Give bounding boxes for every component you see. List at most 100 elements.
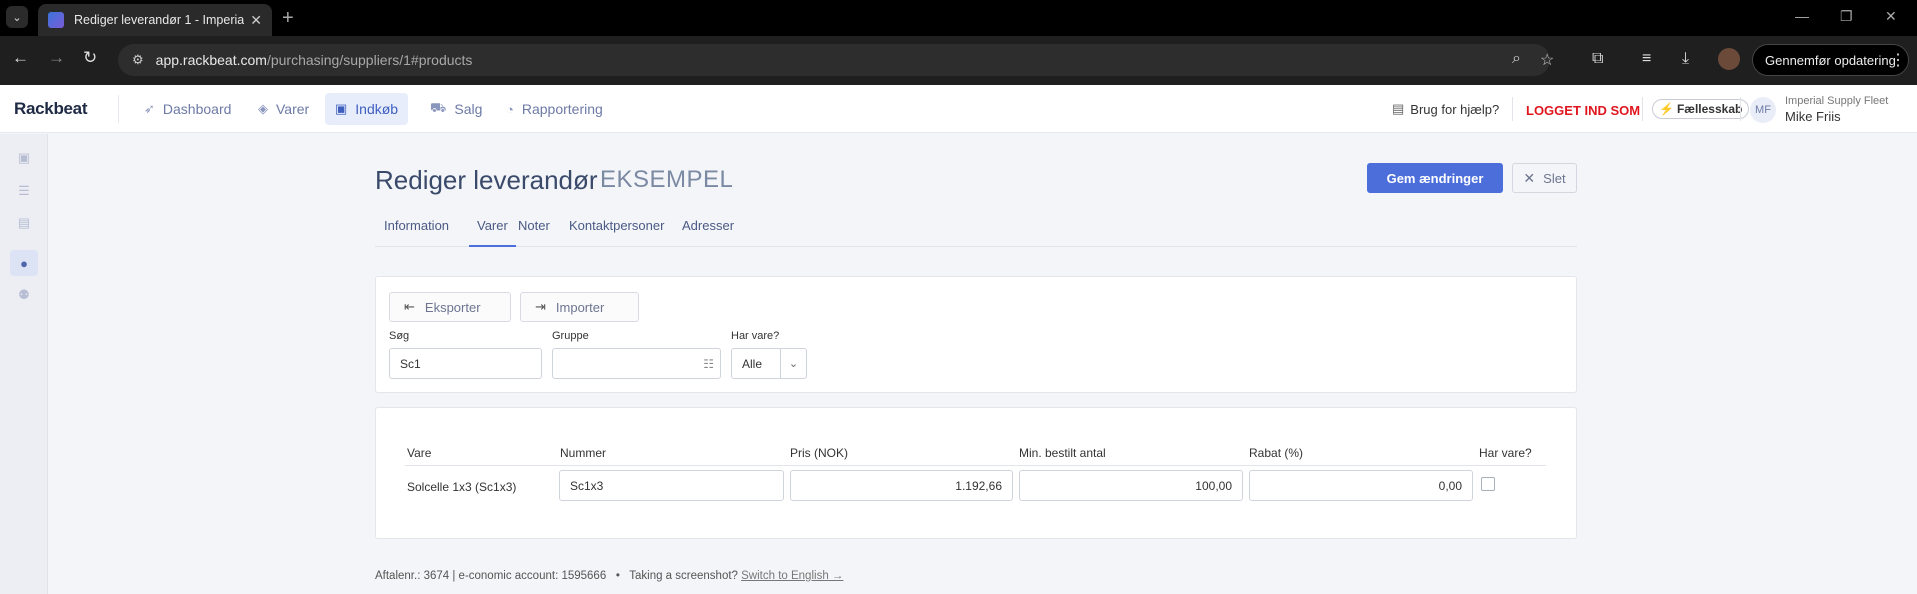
- site-settings-icon[interactable]: ⚙: [132, 52, 144, 68]
- export-label: Eksporter: [424, 299, 481, 315]
- column-header-price: Pris (NOK): [790, 446, 848, 460]
- new-tab-icon[interactable]: +: [282, 7, 294, 30]
- switch-language-link[interactable]: Switch to English →: [741, 570, 843, 582]
- price-input[interactable]: 1.192,66: [790, 470, 1013, 501]
- products-card: Vare Nummer Pris (NOK) Min. bestilt anta…: [375, 407, 1577, 539]
- url-input[interactable]: ⚙ app.rackbeat.com/purchasing/suppliers/…: [118, 44, 1554, 76]
- footer: Aftalenr.: 3674 | e-conomic account: 159…: [375, 570, 843, 582]
- column-header-has-item: Har vare?: [1479, 446, 1532, 460]
- download-icon[interactable]: ⤓: [1682, 50, 1689, 68]
- media-icon[interactable]: ≡: [1642, 50, 1651, 68]
- browser-tab[interactable]: Rediger leverandør 1 - Imperial ✕: [38, 4, 272, 36]
- close-tab-icon[interactable]: ✕: [250, 12, 262, 29]
- extensions-icon[interactable]: ⧉: [1592, 50, 1603, 68]
- group-label: Gruppe: [552, 330, 589, 342]
- supplier-icon[interactable]: ●: [10, 250, 38, 276]
- supplier-name: EKSEMPEL: [600, 166, 734, 193]
- search-value: Sc1: [400, 356, 421, 371]
- agreement-info: Aftalenr.: 3674 | e-conomic account: 159…: [375, 570, 607, 582]
- tab-kontaktpersoner[interactable]: Kontaktpersoner: [569, 218, 664, 247]
- basket-icon: ⛟: [430, 100, 447, 115]
- close-icon: ✕: [1523, 169, 1536, 186]
- community-button[interactable]: ⚡ Fællesskab: [1652, 99, 1750, 119]
- tab-adresser[interactable]: Adresser: [682, 218, 734, 247]
- filter-list-icon: ☷: [703, 356, 714, 371]
- profile-avatar[interactable]: [1718, 48, 1740, 70]
- discount-value: 0,00: [1438, 478, 1462, 493]
- has-item-select[interactable]: Alle ⌄: [731, 348, 807, 379]
- app-header: Rackbeat ➶ Dashboard ◈ Varer ▣ Indkøb ⛟ Salg…: [0, 85, 1917, 133]
- nav-salg[interactable]: ⛟ Salg: [420, 93, 492, 125]
- browser-tab-bar: ⌄ Rediger leverandør 1 - Imperial ✕ + — …: [0, 0, 1917, 36]
- number-value: Sc1x3: [570, 478, 604, 493]
- box-icon: ◈: [258, 101, 268, 116]
- tab-noter[interactable]: Noter: [518, 218, 550, 247]
- column-header-discount: Rabat (%): [1249, 446, 1304, 460]
- back-icon[interactable]: ←: [12, 48, 29, 68]
- url-path: /purchasing/suppliers/1#products: [266, 52, 473, 68]
- company-name[interactable]: Imperial Supply Fleet: [1785, 95, 1888, 107]
- tab-information[interactable]: Information: [384, 218, 449, 247]
- number-input[interactable]: Sc1x3: [559, 470, 784, 501]
- column-header-min-qty: Min. bestilt antal: [1019, 446, 1106, 460]
- delete-button[interactable]: ✕ Slet: [1512, 163, 1577, 193]
- tab-title: Rediger leverandør 1 - Imperial: [74, 13, 244, 27]
- discount-input[interactable]: 0,00: [1249, 470, 1473, 501]
- user-avatar[interactable]: MF: [1750, 97, 1776, 123]
- bookmark-star-icon[interactable]: ☆: [1540, 50, 1554, 70]
- favicon-icon: [48, 12, 64, 28]
- help-link[interactable]: ▤ Brug for hjælp?: [1392, 101, 1499, 117]
- nav-label: Rapportering: [521, 101, 603, 117]
- price-value: 1.192,66: [955, 478, 1002, 493]
- search-input[interactable]: Sc1: [389, 348, 542, 379]
- browser-menu-icon[interactable]: ⋮: [1890, 50, 1906, 70]
- tab-bar: Information Varer Noter Kontaktpersoner …: [375, 205, 1577, 247]
- footer-bullet: •: [615, 570, 620, 582]
- list-icon[interactable]: ☰: [10, 178, 38, 204]
- purchase-order-icon[interactable]: ▣: [10, 145, 38, 171]
- delete-label: Slet: [1543, 170, 1566, 186]
- users-icon[interactable]: ⚉: [10, 282, 38, 308]
- tab-varer[interactable]: Varer: [469, 218, 516, 247]
- user-name[interactable]: Mike Friis: [1785, 109, 1841, 124]
- header-divider: [1740, 97, 1741, 121]
- url-host: app.rackbeat.com: [155, 52, 267, 68]
- import-button[interactable]: ⇥ Importer: [520, 292, 639, 322]
- save-button[interactable]: Gem ændringer: [1367, 163, 1503, 193]
- header-divider: [1512, 97, 1513, 121]
- forward-icon[interactable]: →: [48, 48, 65, 68]
- left-sidebar: ▣ ☰ ▤ ● ⚉: [0, 134, 48, 594]
- tab-search-icon[interactable]: ⌄: [6, 6, 28, 28]
- rackbeat-logo[interactable]: Rackbeat: [14, 99, 88, 119]
- nav-dashboard[interactable]: ➶ Dashboard: [134, 93, 241, 125]
- document-icon[interactable]: ▤: [10, 210, 38, 236]
- chevron-down-icon: ⌄: [780, 349, 806, 378]
- column-header-item: Vare: [407, 446, 432, 460]
- pie-chart-icon: ◔: [506, 101, 514, 117]
- nav-indkob[interactable]: ▣ Indkøb: [325, 93, 409, 125]
- page-title: Rediger leverandør: [375, 165, 598, 195]
- import-label: Importer: [555, 299, 605, 315]
- window-close-icon[interactable]: ✕: [1885, 8, 1897, 25]
- nav-divider: [118, 95, 119, 123]
- nav-rapportering[interactable]: ◔ Rapportering: [496, 93, 613, 125]
- export-icon: ⇤: [404, 299, 415, 314]
- update-button[interactable]: Gennemfør opdatering: [1752, 44, 1909, 76]
- has-item-checkbox[interactable]: [1481, 477, 1495, 491]
- column-header-number: Nummer: [560, 446, 607, 460]
- import-icon: ⇥: [535, 299, 546, 314]
- minimize-icon[interactable]: —: [1795, 8, 1809, 24]
- min-qty-input[interactable]: 100,00: [1019, 470, 1243, 501]
- has-item-label: Har vare?: [731, 330, 780, 342]
- row-item-name: Solcelle 1x3 (Sc1x3): [407, 480, 517, 494]
- nav-label: Varer: [276, 101, 310, 117]
- group-select[interactable]: ☷: [552, 348, 721, 379]
- nav-varer[interactable]: ◈ Varer: [248, 93, 319, 125]
- export-button[interactable]: ⇤ Eksporter: [389, 292, 511, 322]
- reload-icon[interactable]: ↻: [83, 48, 97, 68]
- zoom-icon[interactable]: ⌕: [1512, 50, 1521, 68]
- header-divider: [405, 465, 1546, 466]
- chat-icon: ▤: [1392, 101, 1405, 116]
- restore-icon[interactable]: ❐: [1840, 8, 1853, 25]
- address-bar-row: ← → ↻ ⚙ app.rackbeat.com/purchasing/supp…: [0, 36, 1917, 85]
